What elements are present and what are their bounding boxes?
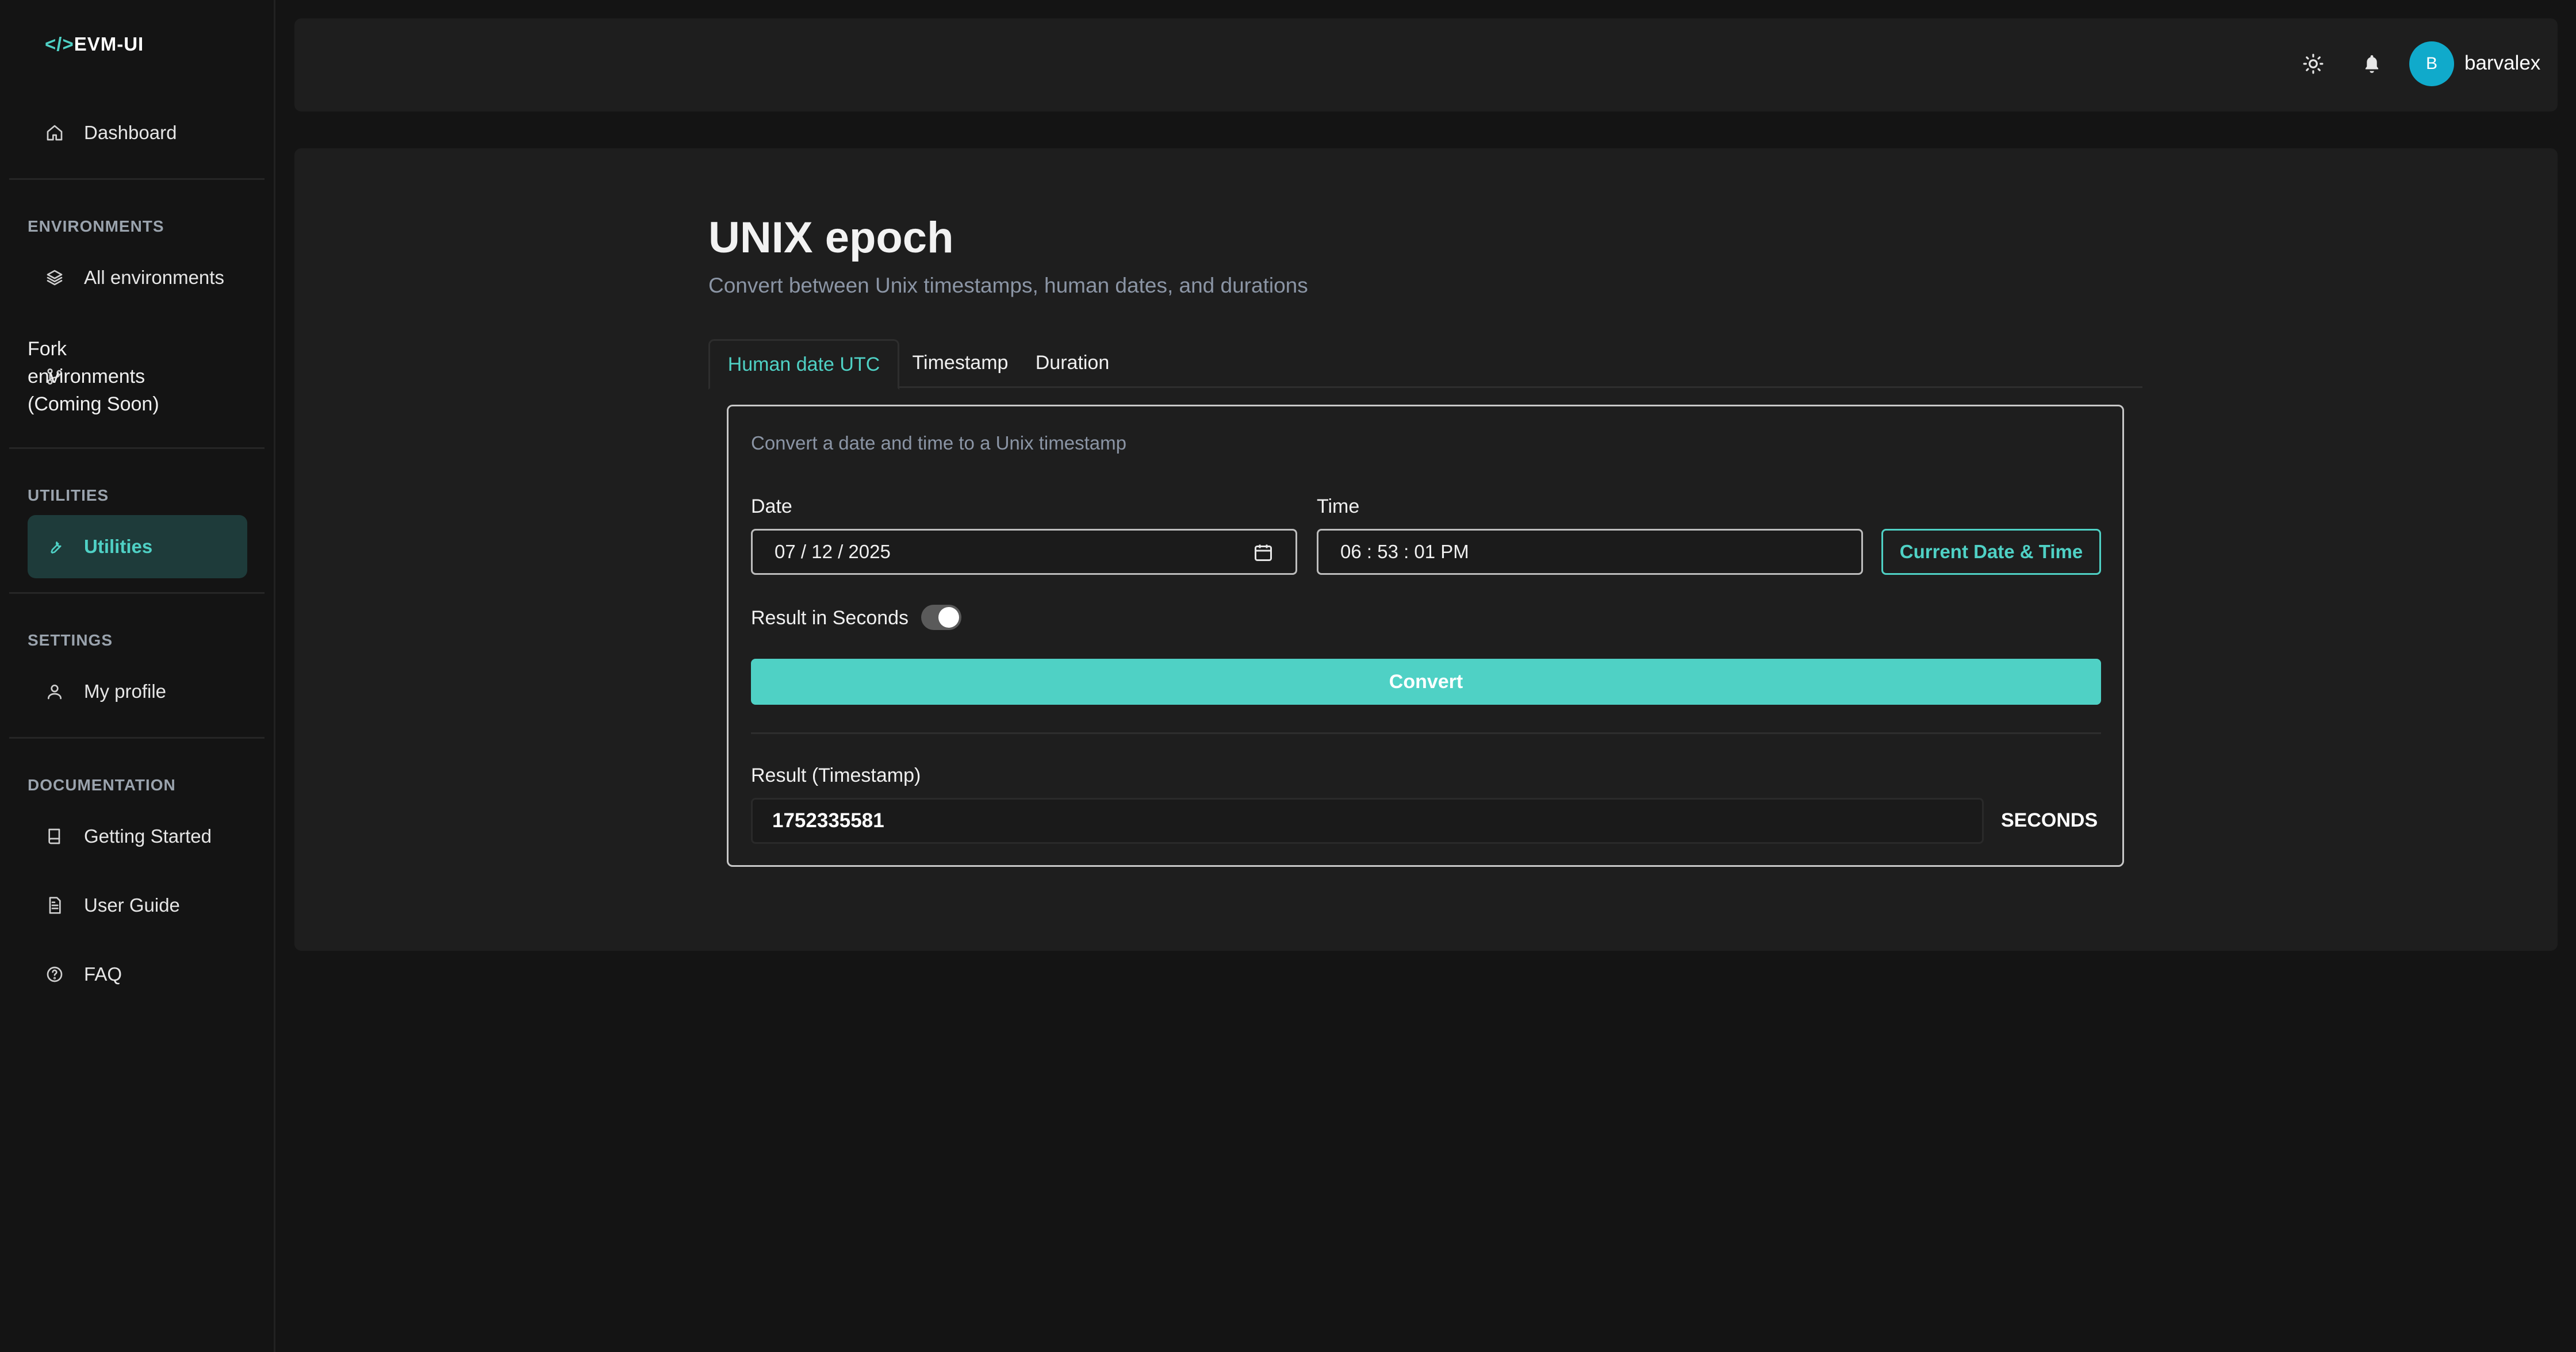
- fork-label-line-2: environments: [28, 366, 145, 387]
- topbar: [294, 18, 2558, 112]
- result-divider: [751, 732, 2101, 734]
- sidebar-item-label: All environments: [84, 267, 224, 288]
- sidebar-item-faq[interactable]: FAQ: [28, 943, 247, 1006]
- sidebar: </>EVM-UI Dashboard ENVIRONMENTS All env…: [0, 0, 275, 1352]
- bell-icon[interactable]: [2359, 51, 2385, 77]
- result-in-seconds-label: Result in Seconds: [751, 607, 909, 629]
- username[interactable]: barvalex: [2464, 52, 2540, 75]
- sidebar-item-all-environments[interactable]: All environments: [28, 246, 247, 309]
- date-input[interactable]: 07 / 12 / 2025: [751, 529, 1297, 575]
- book-icon: [44, 825, 66, 847]
- wrench-icon: [44, 536, 66, 558]
- date-label: Date: [751, 496, 792, 517]
- logo-text: EVM-UI: [74, 33, 144, 55]
- fork-label-line-3: (Coming Soon): [28, 393, 159, 415]
- result-label: Result (Timestamp): [751, 765, 921, 786]
- tab-timestamp[interactable]: Timestamp: [910, 339, 1011, 386]
- sidebar-item-label: FAQ: [84, 963, 122, 985]
- result-unit: SECONDS: [2001, 809, 2098, 831]
- app-root: </>EVM-UI Dashboard ENVIRONMENTS All env…: [0, 0, 2576, 1352]
- calendar-icon[interactable]: [1253, 542, 1274, 563]
- time-input[interactable]: 06 : 53 : 01 PM: [1317, 529, 1863, 575]
- section-title-settings: SETTINGS: [28, 631, 113, 649]
- page-title: UNIX epoch: [708, 213, 954, 262]
- sidebar-item-label: Getting Started: [84, 825, 212, 847]
- sidebar-item-fork-environments[interactable]: Fork environments (Coming Soon): [28, 328, 247, 425]
- sidebar-divider: [9, 592, 264, 594]
- logo[interactable]: </>EVM-UI: [45, 33, 144, 55]
- convert-button[interactable]: Convert: [751, 659, 2101, 705]
- help-circle-icon: [44, 963, 66, 985]
- sidebar-divider: [9, 447, 264, 449]
- sidebar-item-label: User Guide: [84, 894, 180, 916]
- sun-icon[interactable]: [2300, 51, 2326, 77]
- tab-human-date-utc[interactable]: Human date UTC: [708, 339, 899, 390]
- sidebar-item-label: Dashboard: [84, 122, 177, 143]
- section-title-utilities: UTILITIES: [28, 486, 109, 504]
- sidebar-divider: [9, 178, 264, 180]
- layers-icon: [44, 267, 66, 289]
- logo-brackets: </>: [45, 33, 74, 55]
- tab-bar: Human date UTC Timestamp Duration: [708, 339, 2142, 390]
- sidebar-item-dashboard[interactable]: Dashboard: [28, 101, 247, 164]
- file-text-icon: [44, 894, 66, 916]
- result-in-seconds-toggle[interactable]: [921, 605, 961, 630]
- section-title-documentation: DOCUMENTATION: [28, 776, 176, 794]
- card-description: Convert a date and time to a Unix timest…: [751, 432, 1126, 454]
- page-subtitle: Convert between Unix timestamps, human d…: [708, 274, 1308, 297]
- home-icon: [44, 122, 66, 144]
- result-field[interactable]: 1752335581: [751, 798, 1984, 844]
- toggle-knob: [938, 607, 959, 628]
- sidebar-item-label: My profile: [84, 681, 167, 702]
- sidebar-item-user-guide[interactable]: User Guide: [28, 874, 247, 937]
- user-icon: [44, 681, 66, 702]
- fork-label-line-1: Fork: [28, 338, 67, 360]
- sidebar-item-getting-started[interactable]: Getting Started: [28, 805, 247, 868]
- result-value: 1752335581: [772, 809, 884, 832]
- time-value: 06 : 53 : 01 PM: [1340, 541, 1469, 562]
- avatar[interactable]: B: [2409, 41, 2454, 86]
- sidebar-divider: [9, 737, 264, 739]
- sidebar-item-label: Fork environments (Coming Soon): [28, 335, 159, 418]
- date-value: 07 / 12 / 2025: [775, 541, 891, 562]
- time-label: Time: [1317, 496, 1360, 517]
- sidebar-item-utilities[interactable]: Utilities: [28, 515, 247, 578]
- section-title-environments: ENVIRONMENTS: [28, 217, 164, 235]
- sidebar-item-my-profile[interactable]: My profile: [28, 660, 247, 723]
- tab-duration[interactable]: Duration: [1028, 339, 1117, 386]
- current-date-time-button[interactable]: Current Date & Time: [1881, 529, 2101, 575]
- sidebar-item-label: Utilities: [84, 536, 153, 557]
